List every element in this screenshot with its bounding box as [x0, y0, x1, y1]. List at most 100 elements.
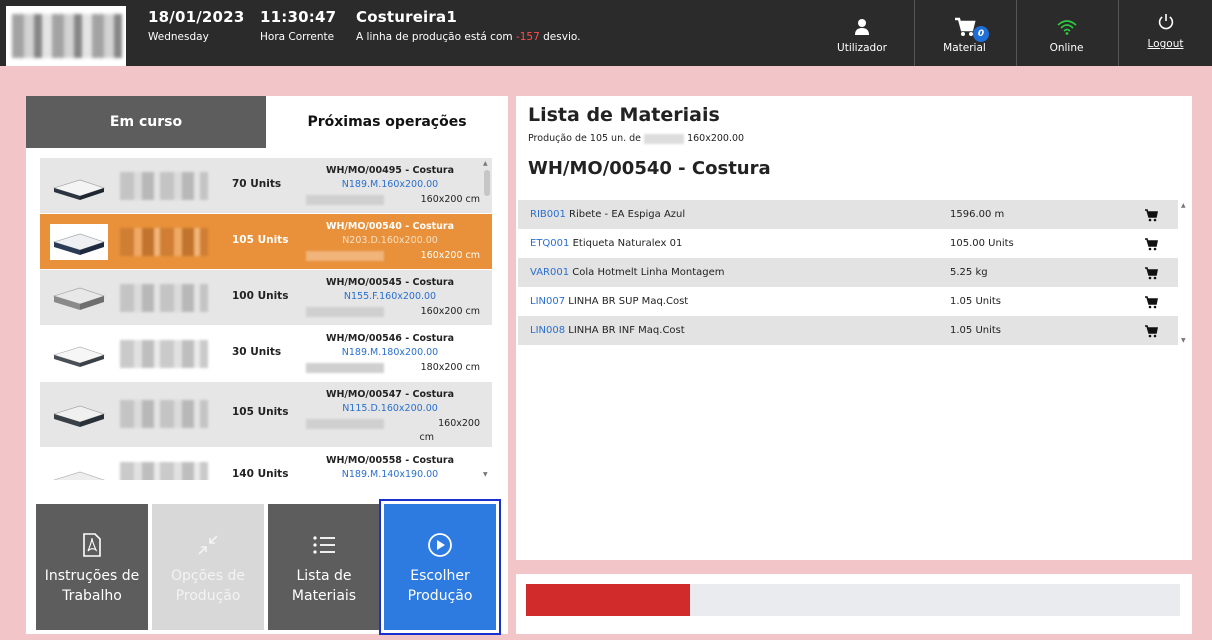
scroll-thumb[interactable] — [484, 170, 490, 196]
material-name: Etiqueta Naturalex 01 — [572, 238, 683, 249]
work-instructions-label-2: Trabalho — [62, 588, 122, 604]
scroll-down-icon[interactable]: ▼ — [483, 471, 488, 478]
tab-em-curso[interactable]: Em curso — [26, 96, 266, 148]
product-name-redacted — [120, 284, 208, 312]
material-code[interactable]: ETQ001 — [530, 238, 569, 249]
material-code[interactable]: LIN008 — [530, 325, 565, 336]
material-label: Material — [943, 42, 986, 54]
mattress-thumbnail — [52, 346, 105, 367]
order-row[interactable]: 30 Units WH/MO/00546 - Costura N189.M.18… — [40, 326, 492, 382]
materials-table: RIB001 Ribete - EA Espiga Azul 1596.00 m… — [518, 200, 1178, 345]
order-dimension: 160x200 cm — [420, 250, 480, 261]
scroll-up-icon[interactable]: ▲ — [1181, 202, 1186, 209]
material-name: Ribete - EA Espiga Azul — [569, 209, 686, 220]
user-label: Utilizador — [837, 42, 887, 54]
material-qty: 1.05 Units — [950, 296, 1002, 307]
time-block: 11:30:47 Hora Corrente — [260, 8, 336, 43]
cart-icon[interactable] — [1144, 266, 1158, 280]
order-dimension: 160x200 cm — [420, 306, 480, 317]
scroll-down-icon[interactable]: ▼ — [1181, 337, 1186, 344]
cart-icon[interactable] — [1144, 237, 1158, 251]
order-dimension: 160x200 — [438, 418, 480, 429]
order-mo: WH/MO/00545 - Costura — [325, 277, 455, 288]
deviation-prefix: A linha de produção está com — [356, 31, 516, 43]
current-date: 18/01/2023 — [148, 8, 245, 26]
cart-icon[interactable] — [1144, 295, 1158, 309]
orders-scrollbar[interactable]: ▲ ▼ — [482, 158, 492, 480]
logout-label: Logout — [1147, 38, 1184, 50]
product-name-redacted — [120, 172, 208, 200]
logout-button[interactable]: Logout — [1118, 0, 1212, 66]
collapse-arrows-icon — [152, 532, 264, 558]
order-units: 140 Units — [232, 468, 289, 480]
material-row: LIN007 LINHA BR SUP Maq.Cost 1.05 Units — [518, 287, 1178, 316]
material-name: Cola Hotmelt Linha Montagem — [572, 267, 725, 278]
selected-mo-title: WH/MO/00540 - Costura — [528, 158, 771, 179]
production-options-label-1: Opções de — [170, 568, 246, 584]
mattress-thumbnail — [52, 287, 105, 310]
product-desc-redacted — [306, 251, 384, 261]
order-row[interactable]: 140 Units WH/MO/00558 - Costura N189.M.1… — [40, 448, 492, 480]
cart-icon — [915, 16, 1014, 38]
product-name-redacted — [120, 400, 208, 428]
order-code[interactable]: N189.M.160x200.00 — [310, 179, 470, 190]
deviation-message: A linha de produção está com -157 desvio… — [356, 31, 580, 43]
choose-production-label-2: Produção — [407, 588, 473, 604]
material-row: LIN008 LINHA BR INF Maq.Cost 1.05 Units — [518, 316, 1178, 345]
product-name-redacted — [120, 462, 208, 480]
material-row: ETQ001 Etiqueta Naturalex 01 105.00 Unit… — [518, 229, 1178, 258]
materials-title: Lista de Materiais — [528, 104, 720, 126]
material-button[interactable]: 0 Material — [914, 0, 1014, 66]
wifi-icon — [1017, 16, 1116, 38]
current-weekday: Wednesday — [148, 31, 209, 43]
order-code[interactable]: N155.F.160x200.00 — [310, 291, 470, 302]
materials-list-label-1: Lista de — [296, 568, 352, 584]
materials-scrollbar[interactable]: ▲ ▼ — [1180, 200, 1188, 346]
order-units: 100 Units — [232, 290, 289, 302]
order-code[interactable]: N203.D.160x200.00 — [310, 235, 470, 246]
order-row-selected[interactable]: 105 Units WH/MO/00540 - Costura N203.D.1… — [40, 214, 492, 270]
subtitle-suffix: 160x200.00 — [687, 133, 745, 144]
order-code[interactable]: N115.D.160x200.00 — [310, 403, 470, 414]
material-qty: 1.05 Units — [950, 325, 1002, 336]
order-dimension: 160x200 cm — [420, 194, 480, 205]
material-code[interactable]: LIN007 — [530, 296, 565, 307]
order-code[interactable]: N189.M.140x190.00 — [310, 469, 470, 480]
choose-production-button[interactable]: Escolher Produção — [379, 499, 501, 635]
order-units: 105 Units — [232, 406, 289, 418]
top-bar: 18/01/2023 Wednesday 11:30:47 Hora Corre… — [0, 0, 1212, 66]
materials-list-button[interactable]: Lista de Materiais — [268, 504, 380, 630]
cart-icon[interactable] — [1144, 324, 1158, 338]
material-name: LINHA BR SUP Maq.Cost — [568, 296, 689, 307]
order-mo: WH/MO/00540 - Costura — [325, 221, 455, 232]
work-instructions-button[interactable]: Instruções de Trabalho — [36, 504, 148, 630]
cart-icon[interactable] — [1144, 208, 1158, 222]
order-mo: WH/MO/00547 - Costura — [325, 389, 455, 400]
materials-subtitle: Produção de 105 un. de 160x200.00 — [528, 133, 744, 144]
work-instructions-label-1: Instruções de — [44, 568, 140, 584]
workstation-name: Costureira1 — [356, 8, 457, 26]
time-label: Hora Corrente — [260, 31, 335, 43]
material-qty: 5.25 kg — [950, 267, 988, 278]
order-row[interactable]: 105 Units WH/MO/00547 - Costura N115.D.1… — [40, 382, 492, 448]
order-row[interactable]: 100 Units WH/MO/00545 - Costura N155.F.1… — [40, 270, 492, 326]
material-qty: 105.00 Units — [950, 238, 1014, 249]
product-name-redacted — [120, 340, 208, 368]
pdf-icon — [36, 532, 148, 558]
subtitle-prefix: Produção de 105 un. de — [528, 133, 642, 144]
materials-panel: Lista de Materiais Produção de 105 un. d… — [516, 96, 1192, 560]
scroll-up-icon[interactable]: ▲ — [483, 160, 488, 167]
deviation-value: -157 — [515, 31, 540, 43]
material-code[interactable]: RIB001 — [530, 209, 566, 220]
order-code[interactable]: N189.M.180x200.00 — [310, 347, 470, 358]
tab-proximas-operacoes[interactable]: Próximas operações — [266, 96, 508, 148]
play-circle-icon — [384, 532, 496, 558]
user-button[interactable]: Utilizador — [812, 0, 912, 66]
order-units: 105 Units — [232, 234, 289, 246]
production-options-button[interactable]: Opções de Produção — [152, 504, 264, 630]
company-logo — [6, 6, 126, 66]
order-row[interactable]: 70 Units WH/MO/00495 - Costura N189.M.16… — [40, 158, 492, 214]
material-qty: 1596.00 m — [950, 209, 1005, 220]
product-redacted — [644, 133, 685, 144]
material-code[interactable]: VAR001 — [530, 267, 569, 278]
